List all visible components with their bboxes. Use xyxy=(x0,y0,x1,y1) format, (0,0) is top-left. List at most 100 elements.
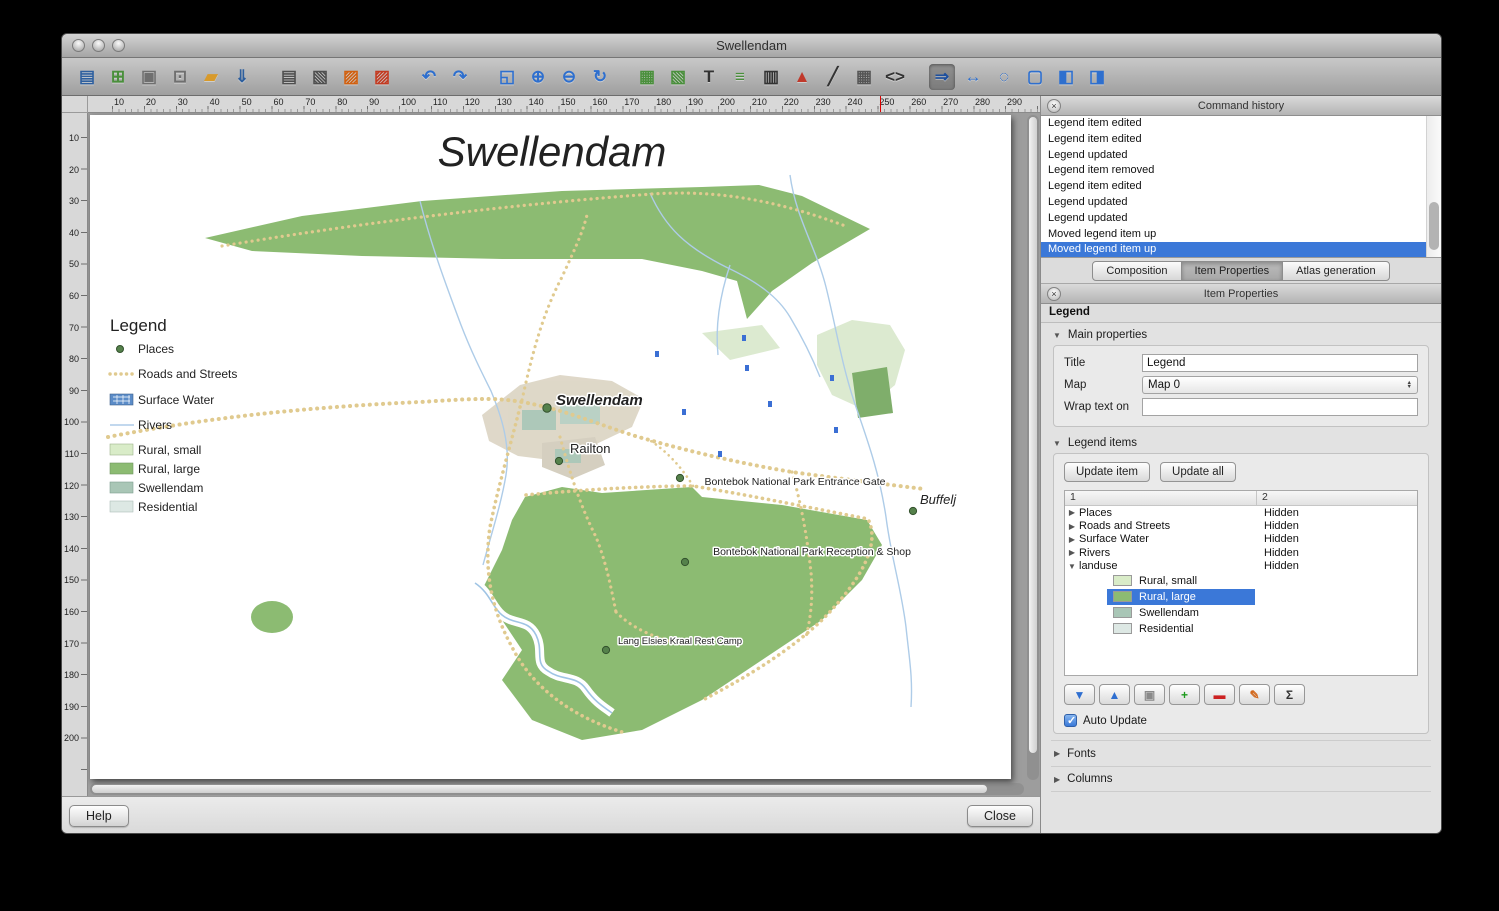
new-composition-icon[interactable]: ⊞ xyxy=(105,64,131,90)
history-item[interactable]: Legend item removed xyxy=(1041,163,1441,179)
refresh-view-icon[interactable]: ↻ xyxy=(587,64,613,90)
expand-triangle-icon[interactable]: ▶ xyxy=(1065,522,1079,531)
print-icon[interactable]: ▤ xyxy=(276,64,302,90)
help-button[interactable]: Help xyxy=(69,804,129,827)
vertical-ruler[interactable]: 10 20 30 40 50 60 70 80 90 100 110 120 130 140 150 160 1… xyxy=(62,113,88,796)
expand-triangle-icon[interactable]: ▶ xyxy=(1065,535,1079,544)
move-item-up-button[interactable]: ▲ xyxy=(1099,684,1130,705)
update-item-button[interactable]: Update item xyxy=(1064,462,1151,482)
auto-update-label: Auto Update xyxy=(1083,714,1147,727)
tree-child-swellendam[interactable]: Swellendam xyxy=(1065,605,1417,621)
history-item[interactable]: Legend item edited xyxy=(1041,132,1441,148)
add-shape-icon[interactable]: ▲ xyxy=(789,64,815,90)
map-place-label: Railton xyxy=(570,441,610,456)
legend-title-input[interactable] xyxy=(1142,354,1418,372)
close-window-button[interactable] xyxy=(72,39,85,52)
selected-item-type: Legend xyxy=(1041,304,1441,323)
legend-items-section-header[interactable]: ▼ Legend items xyxy=(1051,433,1431,452)
fonts-section-header[interactable]: ▶ Fonts xyxy=(1051,740,1431,766)
tab-composition[interactable]: Composition xyxy=(1092,260,1182,281)
zoom-in-icon[interactable]: ⊕ xyxy=(525,64,551,90)
map-place-label: Buffelj xyxy=(920,492,957,507)
undo-icon[interactable]: ↶ xyxy=(416,64,442,90)
map-legend-title: Legend xyxy=(110,316,167,335)
tab-atlas-generation[interactable]: Atlas generation xyxy=(1282,260,1390,281)
add-table-icon[interactable]: ▦ xyxy=(851,64,877,90)
add-html-icon[interactable]: <> xyxy=(882,64,908,90)
map-select[interactable]: Map 0 ▲ ▼ xyxy=(1142,376,1418,394)
remove-item-button[interactable]: ▬ xyxy=(1204,684,1235,705)
save-as-template-icon[interactable]: ⇓ xyxy=(229,64,255,90)
history-item[interactable]: Legend updated xyxy=(1041,195,1441,211)
columns-section-header[interactable]: ▶ Columns xyxy=(1051,766,1431,792)
composition-page[interactable]: Swellendam Swellendam Railton Bontebok N… xyxy=(90,115,1011,779)
zoom-window-button[interactable] xyxy=(112,39,125,52)
history-item[interactable]: Legend item edited xyxy=(1041,179,1441,195)
close-button[interactable]: Close xyxy=(967,804,1033,827)
open-folder-icon[interactable]: ▰ xyxy=(198,64,224,90)
duplicate-composition-icon[interactable]: ▣ xyxy=(136,64,162,90)
tree-row-roads[interactable]: ▶ Roads and Streets Hidden xyxy=(1065,519,1417,532)
add-scalebar-icon[interactable]: ▥ xyxy=(758,64,784,90)
tree-row-places[interactable]: ▶ Places Hidden xyxy=(1065,506,1417,519)
add-item-button[interactable]: + xyxy=(1169,684,1200,705)
tree-row-rivers[interactable]: ▶ Rivers Hidden xyxy=(1065,546,1417,559)
tree-row-surface-water[interactable]: ▶ Surface Water Hidden xyxy=(1065,533,1417,546)
raise-items-icon[interactable]: ◧ xyxy=(1053,64,1079,90)
canvas-horizontal-scrollbar[interactable] xyxy=(90,783,1024,795)
lower-items-icon[interactable]: ◨ xyxy=(1084,64,1110,90)
history-item[interactable]: Moved legend item up xyxy=(1041,227,1441,243)
add-group-button[interactable]: ▣ xyxy=(1134,684,1165,705)
edit-item-button[interactable]: ✎ xyxy=(1239,684,1270,705)
composer-manager-icon[interactable]: ⊡ xyxy=(167,64,193,90)
composition-canvas[interactable]: Swellendam Swellendam Railton Bontebok N… xyxy=(88,113,1040,796)
close-panel-icon[interactable]: × xyxy=(1047,287,1061,301)
collapse-triangle-icon[interactable]: ▼ xyxy=(1065,562,1079,571)
edit-nodes-icon[interactable]: ▢ xyxy=(1022,64,1048,90)
zoom-to-item-icon[interactable]: ◌ xyxy=(991,64,1017,90)
add-image-icon[interactable]: ▧ xyxy=(665,64,691,90)
horizontal-ruler[interactable]: 10 20 30 40 50 60 70 80 90 100 110 120 130 140 150 160 1… xyxy=(88,96,1040,113)
export-pdf-icon[interactable]: ▨ xyxy=(369,64,395,90)
tree-child-rural-small[interactable]: Rural, small xyxy=(1065,573,1417,589)
add-legend-icon[interactable]: ≡ xyxy=(727,64,753,90)
count-features-button[interactable]: Σ xyxy=(1274,684,1305,705)
expand-triangle-icon[interactable]: ▶ xyxy=(1065,508,1079,517)
zoom-full-icon[interactable]: ◱ xyxy=(494,64,520,90)
move-item-down-button[interactable]: ▼ xyxy=(1064,684,1095,705)
tab-item-properties[interactable]: Item Properties xyxy=(1180,260,1284,281)
history-item[interactable]: Legend updated xyxy=(1041,211,1441,227)
canvas-vertical-scrollbar[interactable] xyxy=(1027,115,1039,780)
legend-swatch xyxy=(1113,623,1132,635)
main-properties-section-header[interactable]: ▼ Main properties xyxy=(1051,325,1431,344)
expand-triangle-icon[interactable]: ▶ xyxy=(1065,548,1079,557)
add-arrow-icon[interactable]: ╱ xyxy=(820,64,846,90)
move-item-content-icon[interactable]: ↔ xyxy=(960,64,986,90)
svg-text:Roads and Streets: Roads and Streets xyxy=(138,367,237,381)
add-label-icon[interactable]: T xyxy=(696,64,722,90)
redo-icon[interactable]: ↷ xyxy=(447,64,473,90)
map-item[interactable]: Swellendam Swellendam Railton Bontebok N… xyxy=(90,115,1011,779)
tree-child-residential[interactable]: Residential xyxy=(1065,621,1417,637)
export-svg-icon[interactable]: ▨ xyxy=(338,64,364,90)
tree-child-rural-large[interactable]: Rural, large xyxy=(1065,588,1417,605)
history-item[interactable]: Legend updated xyxy=(1041,148,1441,164)
add-map-icon[interactable]: ▦ xyxy=(634,64,660,90)
export-image-icon[interactable]: ▧ xyxy=(307,64,333,90)
minimize-window-button[interactable] xyxy=(92,39,105,52)
tree-row-landuse[interactable]: ▼ landuse Hidden xyxy=(1065,560,1417,573)
wrap-text-input[interactable] xyxy=(1142,398,1418,416)
titlebar[interactable]: Swellendam xyxy=(62,34,1441,58)
auto-update-checkbox[interactable] xyxy=(1064,714,1077,727)
save-project-icon[interactable]: ▤ xyxy=(74,64,100,90)
command-history-scrollbar[interactable] xyxy=(1426,116,1441,257)
zoom-out-icon[interactable]: ⊖ xyxy=(556,64,582,90)
history-item[interactable]: Legend item edited xyxy=(1041,116,1441,132)
select-move-item-icon[interactable]: ⇒ xyxy=(929,63,955,90)
tree-header[interactable]: 1 2 xyxy=(1065,491,1417,506)
urban-layer xyxy=(482,375,644,479)
update-all-button[interactable]: Update all xyxy=(1160,462,1236,482)
close-panel-icon[interactable]: × xyxy=(1047,99,1061,113)
history-item-selected[interactable]: Moved legend item up xyxy=(1041,242,1441,257)
svg-text:Residential: Residential xyxy=(138,500,197,514)
